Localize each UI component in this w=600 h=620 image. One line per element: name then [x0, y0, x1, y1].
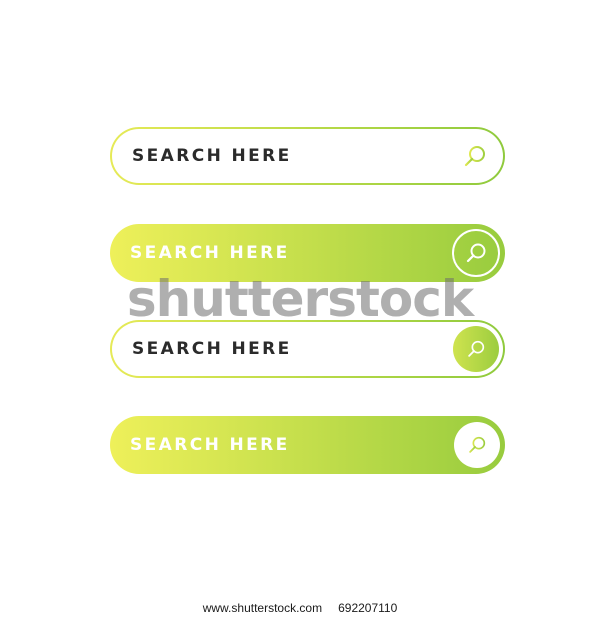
search-placeholder: SEARCH HERE: [130, 435, 290, 455]
footer-site: www.shutterstock.com: [202, 601, 323, 615]
search-placeholder: SEARCH HERE: [132, 146, 292, 166]
search-placeholder: SEARCH HERE: [132, 339, 292, 359]
search-placeholder: SEARCH HERE: [130, 243, 290, 263]
search-button[interactable]: [461, 142, 489, 170]
search-button[interactable]: [452, 229, 500, 277]
search-bar-outline[interactable]: SEARCH HERE: [110, 127, 505, 185]
search-button[interactable]: [453, 326, 499, 372]
search-icon: [468, 340, 485, 357]
search-button[interactable]: [454, 422, 500, 468]
search-bar-filled[interactable]: SEARCH HERE: [110, 224, 505, 282]
search-icon: [466, 243, 486, 263]
search-bar-outline-circle[interactable]: SEARCH HERE: [110, 320, 505, 378]
footer: www.shutterstock.com 692207110: [0, 601, 600, 615]
search-icon: [464, 146, 485, 167]
search-bar-filled-circle[interactable]: SEARCH HERE: [110, 416, 505, 474]
search-icon: [469, 436, 486, 453]
footer-id: 692207110: [338, 601, 398, 615]
